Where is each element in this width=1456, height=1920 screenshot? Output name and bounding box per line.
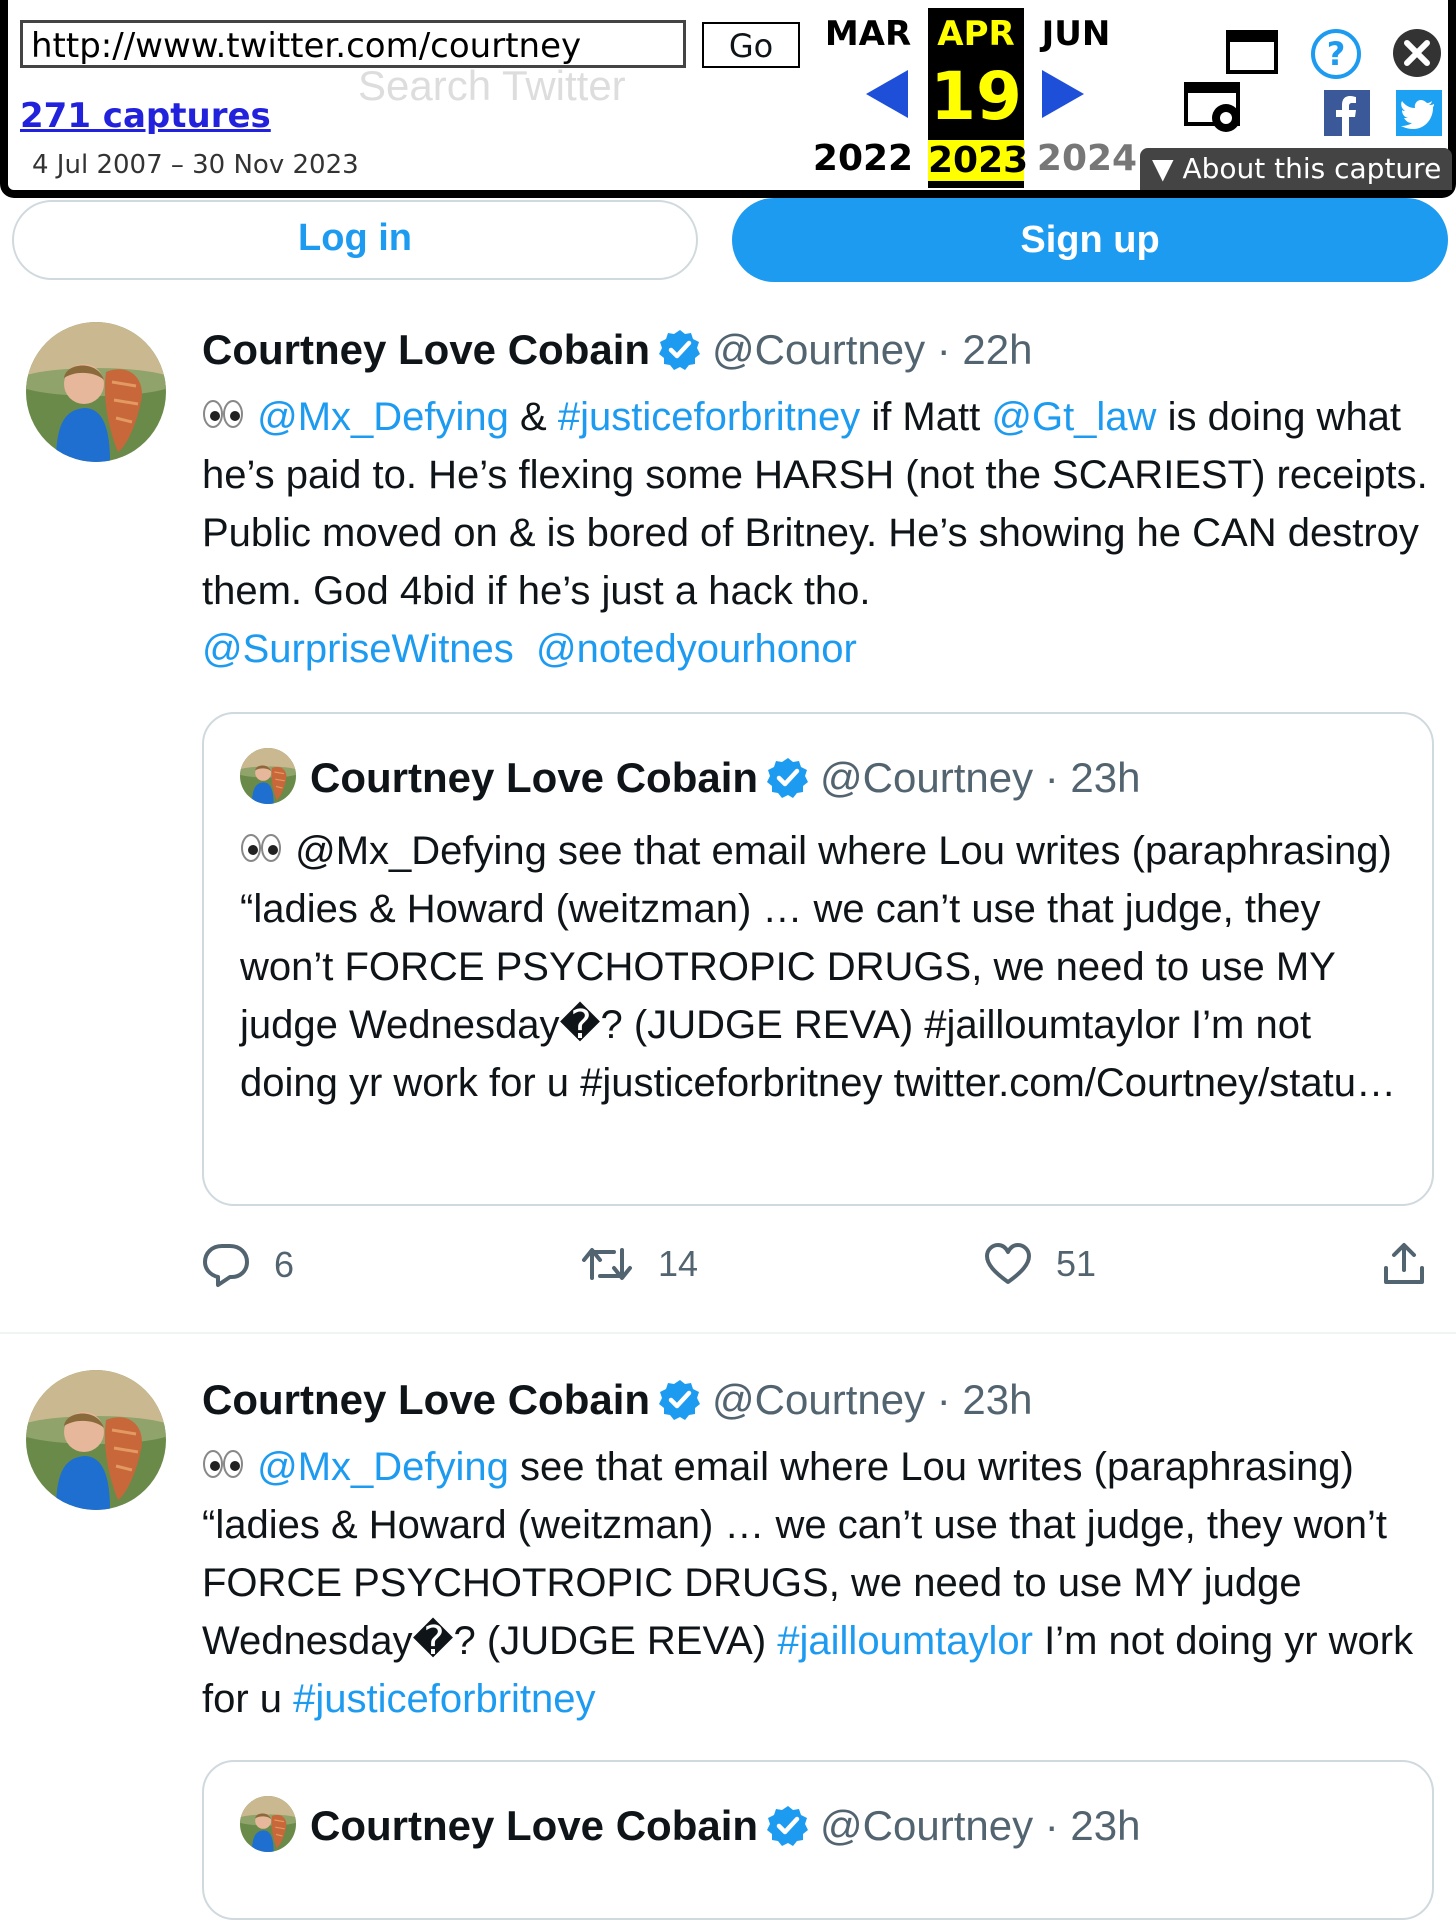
twitter-share-icon[interactable] — [1396, 90, 1442, 136]
mention-link[interactable]: @Mx_Defying — [257, 1445, 509, 1489]
tweet-header: Courtney Love Cobain @Courtney · 23h — [202, 1376, 1033, 1424]
about-capture-label: About this capture — [1182, 152, 1442, 185]
avatar — [240, 1796, 296, 1852]
verified-badge-icon — [658, 328, 702, 372]
close-icon[interactable] — [1392, 28, 1442, 78]
like-count: 51 — [1056, 1243, 1097, 1284]
mention-link[interactable]: @SurpriseWitnes — [202, 627, 514, 671]
eyes-emoji-icon — [203, 400, 243, 428]
hashtag-link[interactable]: #justiceforbritney — [293, 1677, 595, 1721]
tweet-header: Courtney Love Cobain @Courtney · 22h — [202, 326, 1033, 374]
login-button[interactable]: Log in — [12, 200, 698, 280]
quoted-tweet-text: @Mx_Defying see that email where Lou wri… — [240, 822, 1410, 1112]
tweet-timestamp[interactable]: · 23h — [937, 1376, 1033, 1423]
author-name[interactable]: Courtney Love Cobain — [202, 1376, 650, 1423]
quoted-text-body: @Mx_Defying see that email where Lou wri… — [240, 829, 1397, 1105]
svg-text:?: ? — [1327, 35, 1346, 73]
reply-button[interactable]: 6 — [202, 1242, 294, 1288]
tweet-text: @Mx_Defying see that email where Lou wri… — [202, 1438, 1442, 1728]
avatar[interactable] — [26, 1370, 166, 1510]
caret-down-icon: ▼ — [1152, 152, 1174, 185]
ghost-search-text: Search Twitter — [358, 62, 626, 109]
go-button[interactable]: Go — [702, 22, 800, 68]
avatar — [240, 748, 296, 804]
retweet-count: 14 — [658, 1243, 699, 1284]
tweet-text-segment: if Matt — [860, 395, 992, 439]
verified-badge-icon — [766, 1804, 810, 1848]
quoted-tweet-header: Courtney Love Cobain @Courtney · 23h — [240, 1796, 1141, 1852]
mention-link[interactable]: @notedyourhonor — [536, 627, 857, 671]
tweet-timestamp: · 23h — [1044, 754, 1141, 801]
window-icon[interactable] — [1226, 30, 1278, 74]
mention-link[interactable]: @Gt_law — [991, 395, 1156, 439]
capture-date-range: 4 Jul 2007 – 30 Nov 2023 — [32, 150, 359, 180]
author-name: Courtney Love Cobain — [310, 754, 759, 801]
reply-count: 6 — [274, 1244, 295, 1285]
author-name: Courtney Love Cobain — [310, 1802, 759, 1849]
next-capture-arrow-icon[interactable] — [1042, 70, 1084, 118]
avatar[interactable] — [26, 322, 166, 462]
eyes-emoji-icon — [241, 834, 281, 862]
current-year-label: 2023 — [928, 140, 1029, 181]
tweet-timestamp: · 23h — [1044, 1802, 1141, 1849]
captures-link[interactable]: 271 captures — [20, 96, 271, 136]
quoted-tweet[interactable]: Courtney Love Cobain @Courtney · 23h — [202, 1760, 1434, 1920]
screenshot-icon[interactable] — [1184, 82, 1252, 136]
mention-link[interactable]: @Mx_Defying — [257, 395, 509, 439]
eyes-emoji-icon — [203, 1450, 243, 1478]
hashtag-link[interactable]: #justiceforbritney — [558, 395, 860, 439]
tweet-text: @Mx_Defying & #justiceforbritney if Matt… — [202, 388, 1442, 678]
current-capture-date: APR 19 2023 — [928, 8, 1029, 188]
quoted-tweet[interactable]: Courtney Love Cobain @Courtney · 23h @Mx_… — [202, 712, 1434, 1206]
like-button[interactable]: 51 — [984, 1242, 1096, 1286]
prev-month-label[interactable]: MAR — [818, 14, 918, 54]
heart-icon — [985, 1243, 1031, 1284]
facebook-icon[interactable] — [1324, 90, 1370, 136]
author-handle[interactable]: @Courtney — [712, 326, 925, 373]
retweet-icon — [582, 1248, 632, 1280]
author-handle: @Courtney — [820, 1802, 1034, 1849]
retweet-button[interactable]: 14 — [580, 1242, 698, 1286]
verified-badge-icon — [766, 756, 810, 800]
current-month-label: APR — [937, 14, 1015, 54]
author-handle[interactable]: @Courtney — [712, 1376, 925, 1423]
wayback-toolbar: Search Twitter http://www.twitter.com/co… — [0, 0, 1456, 198]
prev-capture-arrow-icon[interactable] — [866, 70, 908, 118]
tweet-actions: 6 14 51 — [202, 1242, 1442, 1302]
current-day-label: 19 — [930, 58, 1022, 135]
quoted-tweet-header: Courtney Love Cobain @Courtney · 23h — [240, 748, 1141, 804]
about-capture-dropdown[interactable]: ▼ About this capture — [1140, 148, 1452, 190]
wayback-url-input[interactable]: http://www.twitter.com/courtney — [20, 20, 686, 68]
tweet-divider — [0, 1332, 1456, 1334]
share-icon — [1384, 1243, 1424, 1284]
reply-icon — [203, 1244, 249, 1287]
help-icon[interactable]: ? — [1310, 28, 1362, 80]
author-name[interactable]: Courtney Love Cobain — [202, 326, 650, 373]
next-month-label[interactable]: JUN — [1026, 14, 1126, 54]
verified-badge-icon — [658, 1378, 702, 1422]
next-year-label[interactable]: 2024 — [1032, 138, 1142, 179]
tweet-text-segment: & — [508, 395, 558, 439]
share-button[interactable] — [1382, 1242, 1450, 1286]
author-handle: @Courtney — [820, 754, 1034, 801]
signup-button[interactable]: Sign up — [732, 198, 1448, 282]
prev-year-label[interactable]: 2022 — [808, 138, 918, 179]
tweet-timestamp[interactable]: · 22h — [937, 326, 1033, 373]
hashtag-link[interactable]: #jailloumtaylor — [777, 1619, 1033, 1663]
